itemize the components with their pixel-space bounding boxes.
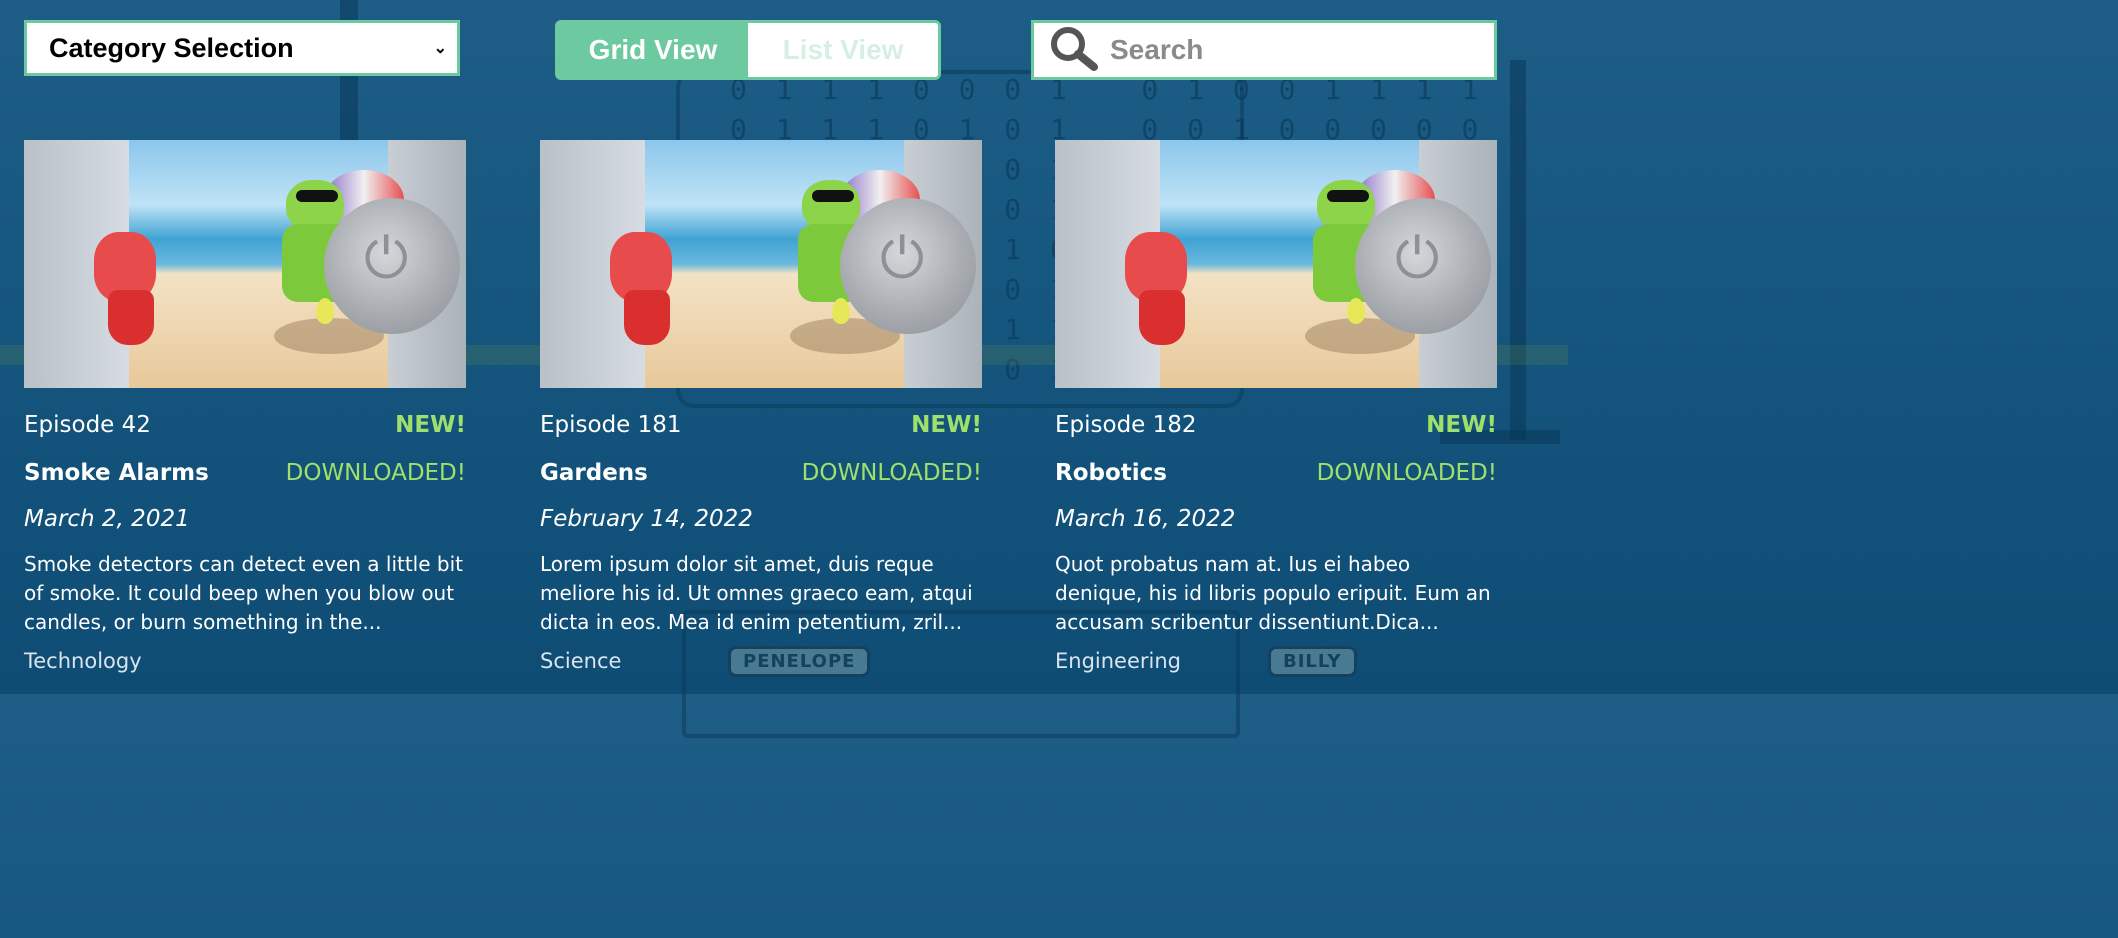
episode-date: March 2, 2021 [24, 506, 190, 532]
downloaded-badge: DOWNLOADED! [801, 460, 982, 486]
episode-category[interactable]: Technology [24, 649, 466, 673]
episode-number: Episode 42 [24, 412, 151, 438]
episode-number: Episode 182 [1055, 412, 1197, 438]
episode-card[interactable]: Episode 42 NEW! Smoke Alarms DOWNLOADED!… [24, 140, 466, 673]
list-view-button[interactable]: List View [748, 23, 938, 77]
category-select-dropdown[interactable]: Category Selection ⌄ [24, 20, 460, 76]
episode-date: March 16, 2022 [1055, 506, 1236, 532]
new-badge: NEW! [911, 412, 982, 438]
grid-view-button[interactable]: Grid View [558, 23, 748, 77]
downloaded-badge: DOWNLOADED! [285, 460, 466, 486]
search-box [1031, 20, 1497, 80]
episode-description: Quot probatus nam at. Ius ei habeo deniq… [1055, 552, 1491, 634]
search-input[interactable] [1108, 33, 1492, 67]
episode-description: Smoke detectors can detect even a little… [24, 552, 463, 634]
episode-title[interactable]: Smoke Alarms [24, 460, 209, 486]
downloaded-badge: DOWNLOADED! [1316, 460, 1497, 486]
chevron-down-icon: ⌄ [433, 40, 447, 57]
new-badge: NEW! [395, 412, 466, 438]
episode-category[interactable]: Engineering [1055, 649, 1497, 673]
episode-number: Episode 181 [540, 412, 682, 438]
episode-card[interactable]: Episode 181 NEW! Gardens DOWNLOADED! Feb… [540, 140, 982, 673]
episode-category[interactable]: Science [540, 649, 982, 673]
episode-title[interactable]: Gardens [540, 460, 648, 486]
episode-title[interactable]: Robotics [1055, 460, 1167, 486]
episode-thumbnail[interactable] [540, 140, 982, 388]
category-select-label: Category Selection [49, 32, 294, 63]
power-icon [324, 198, 460, 334]
episode-thumbnail[interactable] [24, 140, 466, 388]
episode-thumbnail[interactable] [1055, 140, 1497, 388]
new-badge: NEW! [1426, 412, 1497, 438]
episode-card[interactable]: Episode 182 NEW! Robotics DOWNLOADED! Ma… [1055, 140, 1497, 673]
view-toggle: Grid View List View [555, 20, 941, 80]
power-icon [840, 198, 976, 334]
episode-date: February 14, 2022 [540, 506, 753, 532]
episode-description: Lorem ipsum dolor sit amet, duis reque m… [540, 552, 973, 634]
search-icon [1048, 25, 1100, 75]
power-icon [1355, 198, 1491, 334]
